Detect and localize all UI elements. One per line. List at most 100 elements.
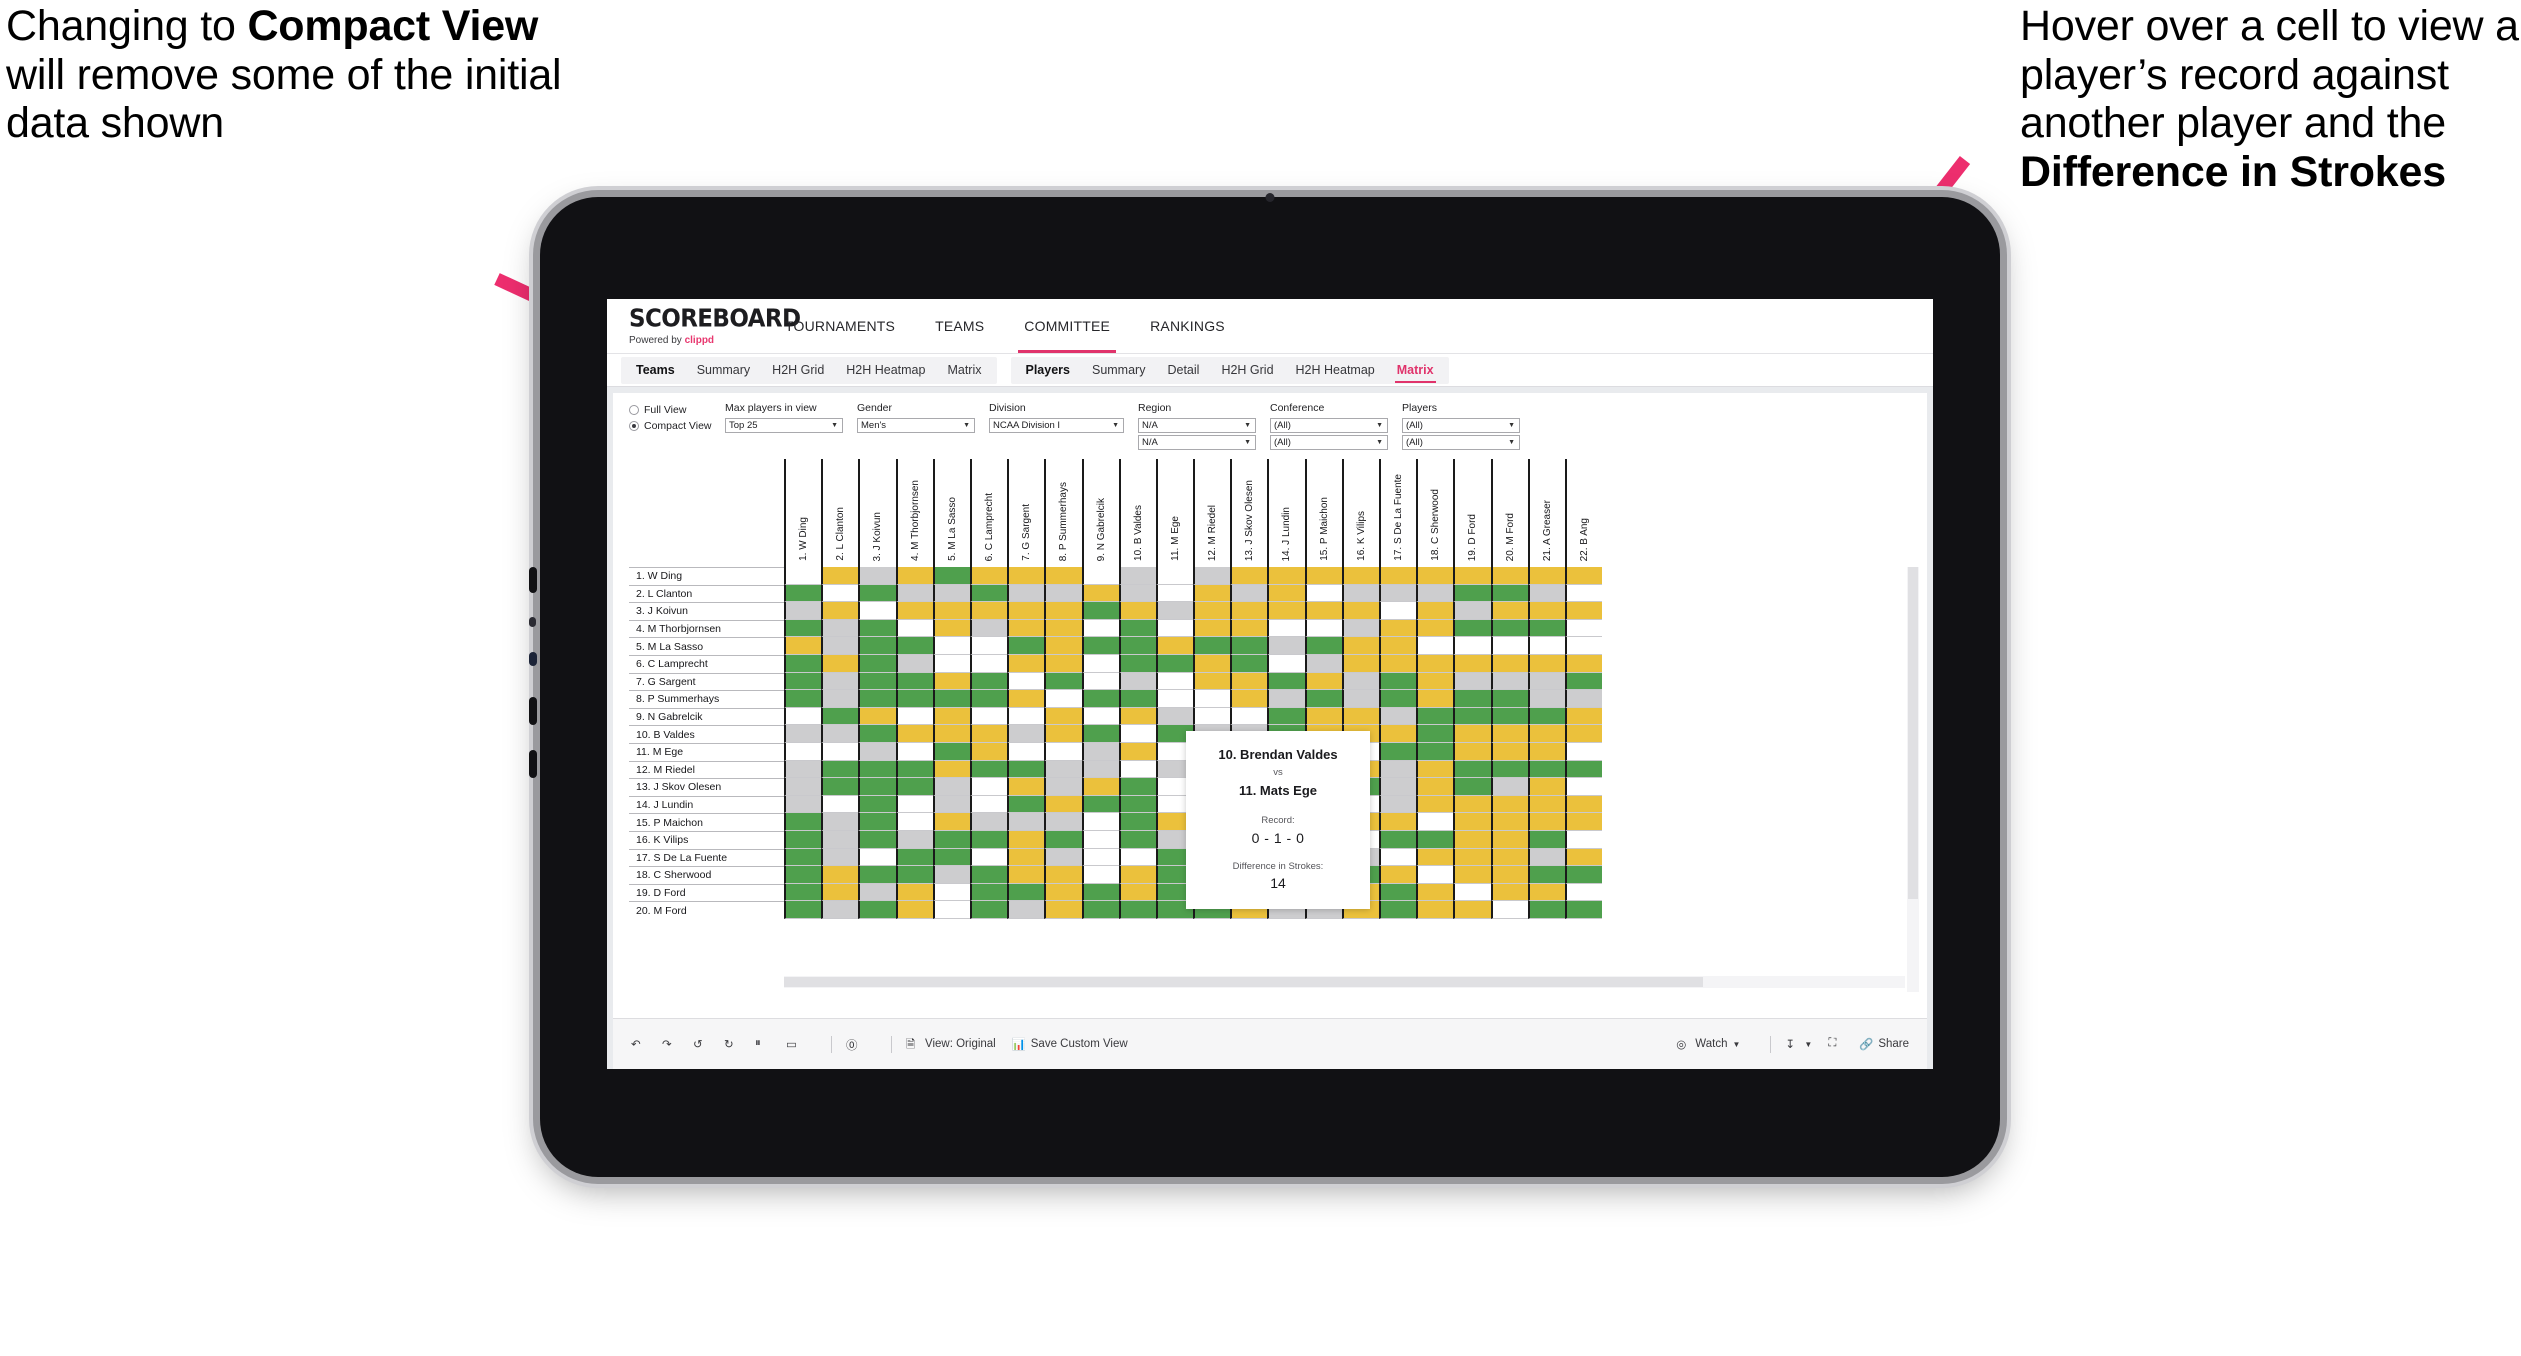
matrix-cell[interactable] — [1527, 742, 1565, 761]
matrix-cell[interactable] — [1267, 637, 1305, 655]
matrix-cell[interactable] — [1527, 848, 1565, 867]
matrix-cell[interactable] — [1453, 602, 1491, 620]
radio-compact-view[interactable]: Compact View — [629, 420, 725, 432]
matrix-cell[interactable] — [1118, 866, 1156, 884]
matrix-cell[interactable] — [784, 637, 822, 655]
alert-icon[interactable]: ⓪ — [846, 1037, 861, 1052]
matrix-cell[interactable] — [1379, 672, 1417, 691]
filter-select[interactable]: NCAA Division I ▼ — [989, 418, 1124, 433]
matrix-cell[interactable] — [1564, 707, 1603, 726]
matrix-cell[interactable] — [1081, 813, 1119, 831]
matrix-cell[interactable] — [821, 778, 859, 796]
matrix-cell[interactable] — [1490, 654, 1528, 673]
matrix-cell[interactable] — [1416, 584, 1454, 603]
subnav-item-h2h-heatmap[interactable]: H2H Heatmap — [1285, 357, 1386, 384]
matrix-cell[interactable] — [1081, 795, 1119, 814]
brand-logo[interactable]: SCOREBOARD Powered by clippd — [607, 299, 801, 353]
matrix-cell[interactable] — [821, 707, 859, 726]
matrix-cell[interactable] — [1564, 654, 1603, 673]
matrix-cell[interactable] — [1155, 584, 1194, 603]
matrix-cell[interactable] — [1118, 830, 1156, 849]
matrix-cell[interactable] — [1081, 725, 1119, 743]
matrix-cell[interactable] — [1007, 567, 1045, 585]
matrix-row-header[interactable]: 5. M La Sasso — [629, 637, 784, 655]
matrix-cell[interactable] — [821, 602, 859, 620]
matrix-cell[interactable] — [1230, 690, 1268, 708]
matrix-cell[interactable] — [1416, 778, 1454, 796]
matrix-cell[interactable] — [1527, 901, 1565, 919]
matrix-cell[interactable] — [1193, 707, 1231, 726]
matrix-cell[interactable] — [895, 830, 933, 849]
matrix-cell[interactable] — [821, 742, 859, 761]
filter-select[interactable]: Men's ▼ — [857, 418, 975, 433]
matrix-cell[interactable] — [1230, 707, 1268, 726]
matrix-cell[interactable] — [1341, 654, 1379, 673]
matrix-cell[interactable] — [895, 654, 933, 673]
matrix-cell[interactable] — [1379, 813, 1417, 831]
matrix-cell[interactable] — [1416, 866, 1454, 884]
matrix-cell[interactable] — [1564, 795, 1603, 814]
matrix-cell[interactable] — [1564, 866, 1603, 884]
matrix-cell[interactable] — [1044, 742, 1082, 761]
matrix-cell[interactable] — [1453, 725, 1491, 743]
matrix-cell[interactable] — [1527, 725, 1565, 743]
matrix-cell[interactable] — [895, 637, 933, 655]
matrix-cell[interactable] — [1007, 901, 1045, 919]
matrix-cell[interactable] — [1230, 567, 1268, 585]
matrix-cell[interactable] — [1118, 690, 1156, 708]
matrix-cell[interactable] — [932, 567, 970, 585]
matrix-cell[interactable] — [1490, 725, 1528, 743]
matrix-cell[interactable] — [858, 901, 896, 919]
matrix-cell[interactable] — [858, 830, 896, 849]
matrix-cell[interactable] — [1230, 654, 1268, 673]
matrix-cell[interactable] — [1118, 742, 1156, 761]
download-button[interactable]: ↧ ▼ — [1785, 1037, 1812, 1052]
matrix-row-header[interactable]: 12. M Riedel — [629, 760, 784, 779]
matrix-row-header[interactable]: 17. S De La Fuente — [629, 848, 784, 867]
matrix-cell[interactable] — [1304, 654, 1342, 673]
matrix-cell[interactable] — [969, 813, 1008, 831]
matrix-cell[interactable] — [1118, 654, 1156, 673]
matrix-column-header[interactable]: 8. P Summerhays — [1044, 459, 1082, 567]
matrix-cell[interactable] — [1155, 619, 1194, 638]
matrix-cell[interactable] — [1416, 602, 1454, 620]
matrix-cell[interactable] — [1564, 778, 1603, 796]
matrix-cell[interactable] — [1564, 813, 1603, 831]
filter-select[interactable]: (All) ▼ — [1402, 418, 1520, 433]
filter-select[interactable]: (All) ▼ — [1270, 435, 1388, 450]
matrix-cell[interactable] — [1379, 830, 1417, 849]
matrix-cell[interactable] — [1527, 602, 1565, 620]
matrix-column-header[interactable]: 12. M Riedel — [1193, 459, 1231, 567]
matrix-cell[interactable] — [1044, 866, 1082, 884]
subnav-item-detail[interactable]: Detail — [1156, 357, 1210, 384]
matrix-cell[interactable] — [821, 830, 859, 849]
matrix-cell[interactable] — [895, 760, 933, 779]
matrix-cell[interactable] — [1267, 654, 1305, 673]
matrix-cell[interactable] — [858, 760, 896, 779]
matrix-cell[interactable] — [1490, 567, 1528, 585]
pan-icon[interactable]: ▭ — [786, 1037, 801, 1052]
matrix-cell[interactable] — [1527, 707, 1565, 726]
matrix-cell[interactable] — [1527, 778, 1565, 796]
subnav-item-matrix[interactable]: Matrix — [936, 357, 992, 384]
matrix-cell[interactable] — [1044, 567, 1082, 585]
matrix-cell[interactable] — [1118, 567, 1156, 585]
horizontal-scrollbar-thumb[interactable] — [784, 977, 1704, 987]
matrix-cell[interactable] — [1155, 637, 1194, 655]
matrix-cell[interactable] — [784, 707, 822, 726]
matrix-cell[interactable] — [1527, 883, 1565, 902]
matrix-row-header[interactable]: 14. J Lundin — [629, 795, 784, 814]
matrix-cell[interactable] — [1379, 795, 1417, 814]
matrix-cell[interactable] — [1007, 619, 1045, 638]
matrix-cell[interactable] — [1379, 619, 1417, 638]
matrix-cell[interactable] — [1007, 584, 1045, 603]
matrix-cell[interactable] — [1044, 707, 1082, 726]
matrix-cell[interactable] — [1044, 901, 1082, 919]
matrix-cell[interactable] — [1304, 602, 1342, 620]
matrix-column-header[interactable]: 19. D Ford — [1453, 459, 1491, 567]
matrix-cell[interactable] — [895, 567, 933, 585]
matrix-cell[interactable] — [895, 602, 933, 620]
matrix-cell[interactable] — [1044, 584, 1082, 603]
matrix-cell[interactable] — [932, 654, 970, 673]
matrix-cell[interactable] — [1490, 830, 1528, 849]
